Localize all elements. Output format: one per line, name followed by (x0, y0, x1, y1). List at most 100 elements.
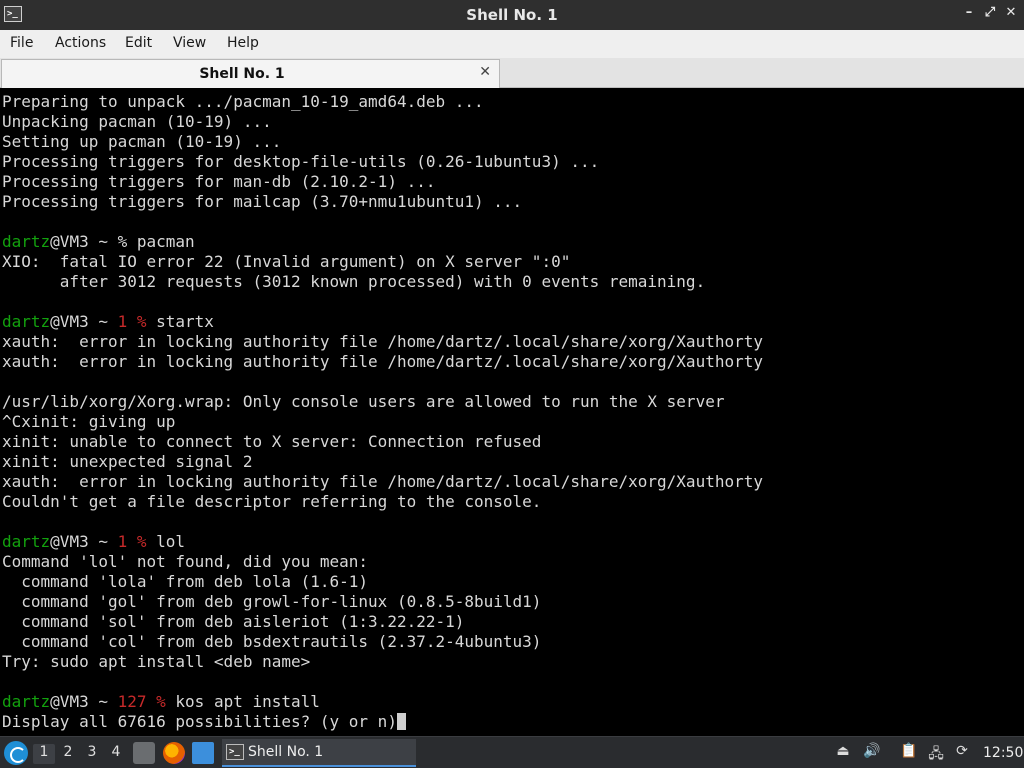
network-icon[interactable]: 🖧 (926, 743, 946, 763)
clock: 12:50 (983, 745, 1024, 761)
terminal-output-line: command 'gol' from deb growl-for-linux (… (2, 592, 541, 612)
eject-icon[interactable]: ⏏ (833, 743, 853, 763)
line-text: Couldn't get a file descriptor referring… (2, 492, 542, 511)
show-desktop-icon[interactable] (192, 742, 214, 764)
line-text: Processing triggers for mailcap (3.70+nm… (2, 192, 523, 211)
terminal-prompt-line: dartz@VM3 ~ 127 % kos apt install (2, 692, 320, 712)
line-text: Processing triggers for man-db (2.10.2-1… (2, 172, 436, 191)
prompt-host: @VM3 ~ (50, 312, 118, 331)
terminal-output-line: Couldn't get a file descriptor referring… (2, 492, 541, 512)
prompt-exit-code: 1 % (117, 312, 157, 331)
workspace-3[interactable]: 3 (81, 744, 103, 764)
terminal-output-line: after 3012 requests (3012 known processe… (2, 272, 705, 292)
workspace-2[interactable]: 2 (57, 744, 79, 764)
terminal-output-line: xauth: error in locking authority file /… (2, 352, 763, 372)
prompt-user: dartz (2, 232, 51, 251)
line-text: command 'lola' from deb lola (1.6-1) (2, 572, 369, 591)
line-text: xauth: error in locking authority file /… (2, 332, 763, 351)
menu-view[interactable]: View (173, 35, 206, 51)
window-title: Shell No. 1 (466, 6, 558, 24)
line-text: xauth: error in locking authority file /… (2, 472, 763, 491)
terminal-output-line: command 'lola' from deb lola (1.6-1) (2, 572, 368, 592)
text-cursor (396, 713, 406, 730)
taskbar: 1 2 3 4 >_ Shell No. 1 ⏏ 🔊 📋 🖧 ⟳ 12:50 (0, 736, 1024, 768)
tab-label: Shell No. 1 (199, 66, 285, 82)
line-text: after 3012 requests (3012 known processe… (2, 272, 706, 291)
prompt-command: pacman (136, 232, 195, 251)
tab-bar: Shell No. 1 ✕ (0, 58, 1024, 88)
prompt-exit-code: 127 % (117, 692, 176, 711)
prompt-host: @VM3 ~ (50, 692, 118, 711)
workspace-4[interactable]: 4 (105, 744, 127, 764)
terminal-output-line: xinit: unable to connect to X server: Co… (2, 432, 541, 452)
line-text: command 'sol' from deb aisleriot (1:3.22… (2, 612, 465, 631)
updates-icon[interactable]: ⟳ (952, 743, 972, 763)
line-text: xinit: unable to connect to X server: Co… (2, 432, 542, 451)
terminal-output-line: Unpacking pacman (10-19) ... (2, 112, 272, 132)
prompt-command: startx (156, 312, 214, 331)
terminal-output-line: Processing triggers for desktop-file-uti… (2, 152, 599, 172)
terminal-current-line: Display all 67616 possibilities? (y or n… (2, 712, 406, 732)
line-text: Processing triggers for desktop-file-uti… (2, 152, 600, 171)
line-text: command 'col' from deb bsdextrautils (2.… (2, 632, 542, 651)
line-text: Command 'lol' not found, did you mean: (2, 552, 369, 571)
firefox-icon[interactable] (163, 742, 185, 764)
menu-edit[interactable]: Edit (125, 35, 152, 51)
terminal-prompt-line: dartz@VM3 ~ % pacman (2, 232, 195, 252)
terminal-output-line: Setting up pacman (10-19) ... (2, 132, 281, 152)
terminal-output-line: Try: sudo apt install <deb name> (2, 652, 310, 672)
line-text: ^Cxinit: giving up (2, 412, 176, 431)
prompt-symbol: % (117, 232, 137, 251)
tab-shell-1[interactable]: Shell No. 1 ✕ (1, 59, 500, 88)
volume-icon[interactable]: 🔊 (862, 743, 882, 763)
close-button[interactable]: ✕ (1003, 5, 1019, 23)
menu-bar: File Actions Edit View Help (0, 30, 1024, 58)
terminal-output-line: xinit: unexpected signal 2 (2, 452, 252, 472)
task-label: Shell No. 1 (248, 744, 324, 760)
maximize-button[interactable]: ⤢ (982, 5, 998, 23)
terminal-output-line: /usr/lib/xorg/Xorg.wrap: Only console us… (2, 392, 724, 412)
terminal-prompt-line: dartz@VM3 ~ 1 % lol (2, 532, 185, 552)
terminal-output-line: XIO: fatal IO error 22 (Invalid argument… (2, 252, 570, 272)
file-manager-icon[interactable] (133, 742, 155, 764)
terminal-output-line: xauth: error in locking authority file /… (2, 332, 763, 352)
prompt-user: dartz (2, 532, 51, 551)
menu-actions[interactable]: Actions (55, 35, 106, 51)
clipboard-icon[interactable]: 📋 (899, 743, 919, 763)
terminal-output-line: Processing triggers for man-db (2.10.2-1… (2, 172, 435, 192)
prompt-command: lol (156, 532, 186, 551)
line-text: xauth: error in locking authority file /… (2, 352, 763, 371)
terminal-task-icon: >_ (226, 744, 244, 760)
task-shell-no-1[interactable]: >_ Shell No. 1 (222, 739, 416, 767)
menu-help[interactable]: Help (227, 35, 259, 51)
terminal-output-line: ^Cxinit: giving up (2, 412, 175, 432)
line-text: Setting up pacman (10-19) ... (2, 132, 282, 151)
terminal-output-line: Command 'lol' not found, did you mean: (2, 552, 368, 572)
prompt-host: @VM3 ~ (50, 232, 118, 251)
prompt-exit-code: 1 % (117, 532, 157, 551)
line-text: Preparing to unpack .../pacman_10-19_amd… (2, 92, 484, 111)
line-text: Try: sudo apt install <deb name> (2, 652, 311, 671)
terminal-output-line: Processing triggers for mailcap (3.70+nm… (2, 192, 522, 212)
terminal-output-line: command 'sol' from deb aisleriot (1:3.22… (2, 612, 464, 632)
tab-close-icon[interactable]: ✕ (479, 64, 491, 80)
line-text: Unpacking pacman (10-19) ... (2, 112, 272, 131)
prompt-command: kos apt install (175, 692, 320, 711)
window-titlebar[interactable]: >_ Shell No. 1 – ⤢ ✕ (0, 0, 1024, 30)
prompt-host: @VM3 ~ (50, 532, 118, 551)
terminal-output-line: xauth: error in locking authority file /… (2, 472, 763, 492)
terminal-prompt-line: dartz@VM3 ~ 1 % startx (2, 312, 214, 332)
line-text: XIO: fatal IO error 22 (Invalid argument… (2, 252, 571, 271)
prompt-user: dartz (2, 692, 51, 711)
minimize-button[interactable]: – (961, 5, 977, 23)
line-text: /usr/lib/xorg/Xorg.wrap: Only console us… (2, 392, 725, 411)
workspace-1[interactable]: 1 (33, 744, 55, 764)
line-text: command 'gol' from deb growl-for-linux (… (2, 592, 542, 611)
terminal-output-line: Preparing to unpack .../pacman_10-19_amd… (2, 92, 484, 112)
terminal-output[interactable]: Preparing to unpack .../pacman_10-19_amd… (0, 88, 1024, 736)
line-text: xinit: unexpected signal 2 (2, 452, 253, 471)
terminal-output-line: command 'col' from deb bsdextrautils (2.… (2, 632, 541, 652)
start-menu-icon[interactable] (4, 741, 28, 765)
line-text: Display all 67616 possibilities? (y or n… (2, 712, 397, 731)
menu-file[interactable]: File (10, 35, 33, 51)
